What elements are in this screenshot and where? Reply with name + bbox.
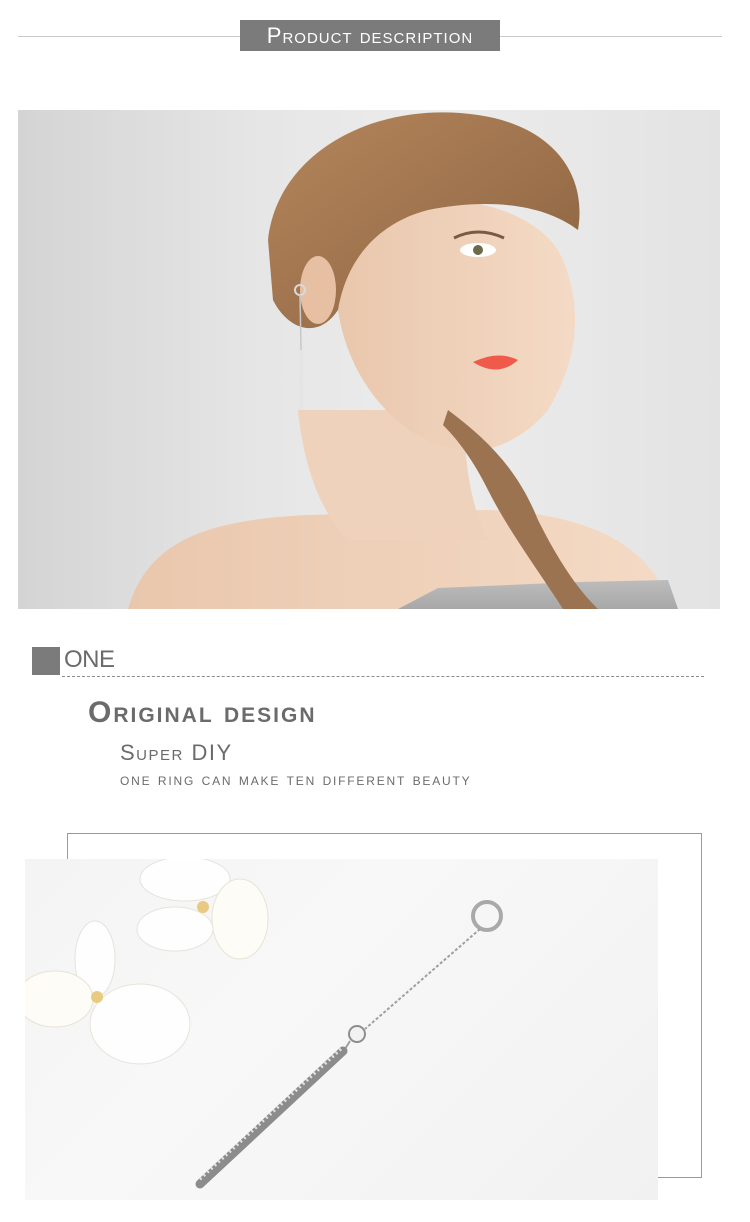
model-illustration [128, 112, 678, 609]
header-rule-right [500, 36, 722, 37]
earring-illustration [25, 859, 503, 1189]
section-label: ONE [64, 646, 115, 673]
section-divider [62, 676, 704, 677]
frame-top [67, 833, 702, 834]
section-heading: Original design [88, 696, 317, 729]
section-description: one ring can make ten different beauty [120, 770, 472, 789]
frame-bottom [658, 1177, 702, 1178]
frame-left [67, 833, 68, 859]
frame-right [701, 833, 702, 1178]
product-photo [25, 859, 658, 1200]
header-rule-left [18, 36, 240, 37]
section-marker [32, 647, 60, 675]
header-title: Product description [240, 20, 500, 51]
flower-icon [136, 859, 269, 960]
section-subheading: Super DIY [120, 740, 233, 765]
model-photo [18, 110, 720, 609]
